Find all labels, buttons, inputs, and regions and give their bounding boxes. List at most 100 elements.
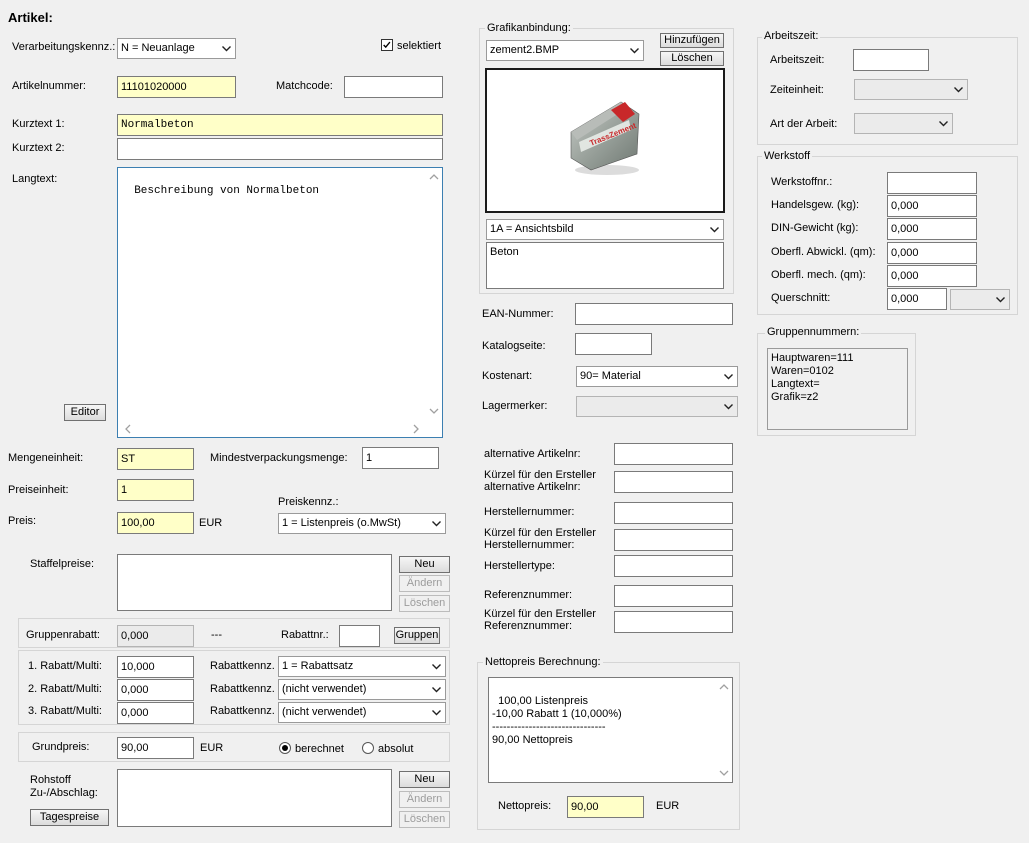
rabattkennz1-select[interactable]: 1 = Rabattsatz	[278, 656, 446, 677]
kuerzel-referenz-field[interactable]	[614, 611, 733, 633]
referenznummer-label: Referenznummer:	[484, 589, 573, 601]
mengeneinheit-field[interactable]: ST	[117, 448, 194, 470]
absolut-radio[interactable]	[362, 742, 374, 754]
grundpreis-currency: EUR	[200, 742, 224, 754]
rabattkennz3-value: (nicht verwendet)	[282, 706, 367, 718]
grundpreis-label: Grundpreis:	[32, 741, 90, 753]
tagespreise-button[interactable]: Tagespreise	[30, 809, 109, 826]
staffelpreise-label: Staffelpreise:	[30, 558, 95, 570]
langtext-horizontal-scrollbar[interactable]	[118, 421, 426, 437]
querschnitt-unit-select[interactable]	[950, 289, 1010, 310]
querschnitt-field[interactable]: 0,000	[887, 288, 947, 310]
page-title: Artikel:	[8, 10, 53, 25]
kuerzel-alt-field[interactable]	[614, 471, 733, 493]
oberfl-mech-label: Oberfl. mech. (qm):	[771, 269, 866, 281]
rohstoff-neu-button[interactable]: Neu	[399, 771, 450, 788]
staffel-neu-button[interactable]: Neu	[399, 556, 450, 573]
matchcode-field[interactable]	[344, 76, 443, 98]
netto-text-area[interactable]: 100,00 Listenpreis -10,00 Rabatt 1 (10,0…	[488, 677, 733, 783]
rabatt3-field[interactable]: 0,000	[117, 702, 194, 724]
langtext-value: Beschreibung von Normalbeton	[134, 185, 320, 197]
dropdown-arrow-icon	[627, 42, 641, 59]
scroll-left-icon[interactable]	[122, 421, 134, 437]
editor-button[interactable]: Editor	[64, 404, 106, 421]
gruppennummern-text: Hauptwaren=111 Waren=0102 Langtext= Graf…	[767, 348, 908, 430]
arbeitszeit-label: Arbeitszeit:	[770, 54, 825, 66]
artikelnummer-label: Artikelnummer:	[12, 80, 86, 92]
handelsgew-field[interactable]: 0,000	[887, 195, 977, 217]
art-der-arbeit-select[interactable]	[854, 113, 953, 134]
artikelnummer-field[interactable]: 11101020000	[117, 76, 236, 98]
staffelpreise-list[interactable]	[117, 554, 392, 611]
staffel-loeschen-button[interactable]: Löschen	[399, 595, 450, 612]
staffel-aendern-button[interactable]: Ändern	[399, 575, 450, 592]
herstellertype-field[interactable]	[614, 555, 733, 577]
rabatt3-label: 3. Rabatt/Multi:	[28, 705, 102, 717]
scroll-down-icon[interactable]	[716, 767, 732, 779]
grundpreis-field[interactable]: 90,00	[117, 737, 194, 759]
ean-field[interactable]	[575, 303, 733, 325]
preiseinheit-field[interactable]: 1	[117, 479, 194, 501]
din-gewicht-field[interactable]: 0,000	[887, 218, 977, 240]
langtext-vertical-scrollbar[interactable]	[426, 168, 442, 421]
netto-text: 100,00 Listenpreis -10,00 Rabatt 1 (10,0…	[492, 695, 622, 746]
netto-vertical-scrollbar[interactable]	[716, 678, 732, 782]
bildart-select[interactable]: 1A = Ansichtsbild	[486, 219, 724, 240]
rabatt1-field[interactable]: 10,000	[117, 656, 194, 678]
katalogseite-label: Katalogseite:	[482, 340, 546, 352]
herstellernummer-field[interactable]	[614, 502, 733, 524]
mindestverpackung-field[interactable]: 1	[362, 447, 439, 469]
langtext-label: Langtext:	[12, 173, 58, 185]
rabattkennz3-select[interactable]: (nicht verwendet)	[278, 702, 446, 723]
preis-field[interactable]: 100,00	[117, 512, 194, 534]
mengeneinheit-label: Mengeneinheit:	[8, 452, 84, 464]
rohstoff-loeschen-button[interactable]: Löschen	[399, 811, 450, 828]
scroll-up-icon[interactable]	[716, 681, 732, 693]
rabattkennz2-value: (nicht verwendet)	[282, 683, 367, 695]
kurztext2-field[interactable]	[117, 138, 443, 160]
rohstoff-list[interactable]	[117, 769, 392, 827]
alt-artikelnr-field[interactable]	[614, 443, 733, 465]
kuerzel-hersteller-field[interactable]	[614, 529, 733, 551]
scroll-up-icon[interactable]	[426, 171, 442, 183]
gruppenrabatt-dash: ---	[211, 629, 222, 641]
alt-artikelnr-label: alternative Artikelnr:	[484, 448, 581, 460]
rabattnr-field[interactable]	[339, 625, 380, 647]
bild-text-area[interactable]: Beton	[486, 242, 724, 289]
checkbox-checked-icon	[383, 41, 391, 49]
rabattkennz2-label: Rabattkennz.	[210, 683, 275, 695]
kostenart-select[interactable]: 90= Material	[576, 366, 738, 387]
oberfl-mech-field[interactable]: 0,000	[887, 265, 977, 287]
herstellertype-label: Herstellertype:	[484, 560, 555, 572]
preiskennz-select[interactable]: 1 = Listenpreis (o.MwSt)	[278, 513, 446, 534]
zeiteinheit-select[interactable]	[854, 79, 968, 100]
arbeitszeit-field[interactable]	[853, 49, 929, 71]
rabatt2-field[interactable]: 0,000	[117, 679, 194, 701]
kuerzel-referenz-label: Kürzel für den Ersteller Referenznummer:	[484, 608, 596, 632]
grafik-loeschen-button[interactable]: Löschen	[660, 51, 724, 66]
scroll-right-icon[interactable]	[410, 421, 422, 437]
berechnet-radio[interactable]	[279, 742, 291, 754]
selektiert-checkbox[interactable]	[381, 39, 393, 51]
langtext-textarea[interactable]: Beschreibung von Normalbeton	[117, 167, 443, 438]
scroll-down-icon[interactable]	[426, 405, 442, 417]
product-image: TrassZement	[570, 101, 640, 175]
oberfl-abwickl-field[interactable]: 0,000	[887, 242, 977, 264]
grafik-file-select[interactable]: zement2.BMP	[486, 40, 644, 61]
rohstoff-aendern-button[interactable]: Ändern	[399, 791, 450, 808]
lagermerker-label: Lagermerker:	[482, 400, 548, 412]
hinzufuegen-button[interactable]: Hinzufügen	[660, 33, 724, 48]
rabatt1-label: 1. Rabatt/Multi:	[28, 660, 102, 672]
werkstoffnr-field[interactable]	[887, 172, 977, 194]
dropdown-arrow-icon	[429, 704, 443, 721]
lagermerker-select[interactable]	[576, 396, 738, 417]
handelsgew-label: Handelsgew. (kg):	[771, 199, 860, 211]
gruppennummern-title: Gruppennummern:	[765, 326, 862, 338]
referenznummer-field[interactable]	[614, 585, 733, 607]
verarbeitung-select[interactable]: N = Neuanlage	[117, 38, 236, 59]
katalogseite-field[interactable]	[575, 333, 652, 355]
rabattkennz2-select[interactable]: (nicht verwendet)	[278, 679, 446, 700]
gruppen-button[interactable]: Gruppen	[394, 627, 440, 644]
rabatt2-label: 2. Rabatt/Multi:	[28, 683, 102, 695]
kurztext1-field[interactable]: Normalbeton	[117, 114, 443, 136]
